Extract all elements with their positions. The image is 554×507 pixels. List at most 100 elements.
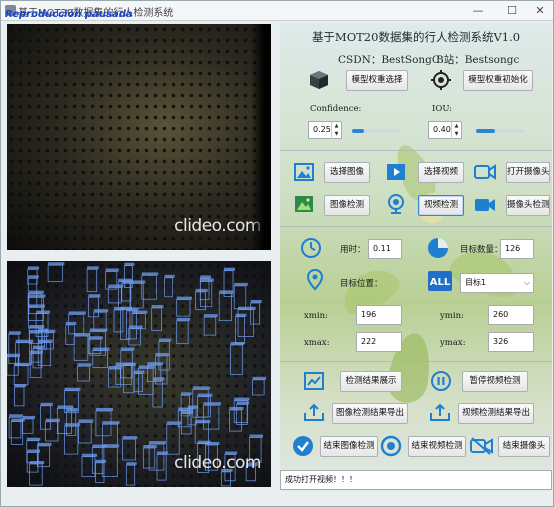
bounding-box <box>194 422 209 444</box>
camera-detect-button[interactable]: 摄像头检测 <box>506 195 550 216</box>
bounding-box-tag <box>15 339 34 343</box>
bounding-box-tag <box>197 440 211 444</box>
bounding-box <box>14 386 25 407</box>
open-camera-button[interactable]: 打开摄像头 <box>506 162 550 183</box>
end-video-detect-button[interactable]: 结束视频检测 <box>408 436 466 457</box>
minimize-button[interactable]: — <box>463 1 493 21</box>
bounding-box-tag <box>65 321 77 325</box>
bounding-box-tag <box>40 402 53 406</box>
bounding-box <box>203 316 217 336</box>
export-image-results-button[interactable]: 图像检测结果导出 <box>332 403 408 424</box>
spin-arrows-icon[interactable]: ▲ ▼ <box>451 122 461 139</box>
camera-outline-icon <box>474 164 496 180</box>
bounding-box-tag <box>7 353 21 357</box>
confidence-slider[interactable] <box>352 129 400 133</box>
bounding-box <box>164 277 174 298</box>
bounding-box <box>125 464 136 486</box>
time-field[interactable]: 0.11 <box>368 239 402 259</box>
bounding-box-tag <box>197 393 213 397</box>
bounding-box-tag <box>133 370 145 374</box>
show-results-button[interactable]: 检测结果展示 <box>340 371 402 392</box>
init-weights-button[interactable]: 模型权重初始化 <box>463 70 533 91</box>
pause-video-button[interactable]: 暂停视频检测 <box>462 371 528 392</box>
bounding-box-tag <box>77 363 92 367</box>
bounding-box-tag <box>29 325 45 328</box>
close-button[interactable]: ✕ <box>525 1 554 21</box>
bounding-box <box>102 423 118 446</box>
bounding-box <box>156 454 167 481</box>
end-image-detect-button[interactable]: 结束图像检测 <box>320 436 378 457</box>
maximize-button[interactable]: ☐ <box>497 1 527 21</box>
confidence-spinbox[interactable]: 0.25 ▲ ▼ <box>308 121 342 139</box>
pause-icon <box>431 371 451 391</box>
bounding-box <box>95 462 105 483</box>
bounding-box-tag <box>157 451 169 455</box>
bounding-box-tag <box>230 342 245 345</box>
bounding-box-tag <box>118 278 132 282</box>
bounding-box-tag <box>64 423 80 427</box>
bounding-box <box>78 422 92 444</box>
bounding-box-tag <box>203 402 221 406</box>
count-field[interactable]: 126 <box>500 239 534 259</box>
xmax-field[interactable]: 222 <box>356 332 402 352</box>
ymin-field[interactable]: 260 <box>488 305 534 325</box>
upload-icon <box>304 403 324 421</box>
bilibili-label: B站：Bestsongc <box>436 54 520 66</box>
bounding-box-tag <box>28 294 46 298</box>
bounding-box-tag <box>22 415 35 419</box>
bounding-box <box>218 293 232 322</box>
bounding-box-tag <box>88 294 101 298</box>
bounding-box-tag <box>204 314 218 318</box>
ymax-field[interactable]: 326 <box>488 332 534 352</box>
watermark: clideo.com <box>174 216 261 236</box>
select-image-button[interactable]: 选择图像 <box>324 162 370 183</box>
playback-overlay-text: Reproducción pausada <box>5 9 133 20</box>
bounding-box-tag <box>200 275 211 279</box>
bounding-box <box>108 368 121 388</box>
bounding-box-tag <box>26 437 41 441</box>
bounding-box <box>93 311 107 332</box>
xmin-field[interactable]: 196 <box>356 305 402 325</box>
bounding-box-tag <box>29 461 45 464</box>
svg-text:ALL: ALL <box>430 277 451 288</box>
bounding-box-tag <box>93 309 109 313</box>
end-camera-button[interactable]: 结束摄像头 <box>498 436 550 457</box>
image-detect-button[interactable]: 图像检测 <box>324 195 370 216</box>
bounding-box-tag <box>95 408 113 411</box>
bounding-box-tag <box>27 449 40 453</box>
bounding-box <box>181 413 192 435</box>
iou-value: 0.40 <box>433 125 451 134</box>
bounding-box-tag <box>176 317 191 321</box>
original-video-view: clideo.com <box>7 24 271 250</box>
bounding-box <box>250 302 261 325</box>
ymin-label: ymin: <box>440 311 464 321</box>
iou-slider[interactable] <box>476 129 524 133</box>
video-detect-button[interactable]: 视频检测 <box>418 195 464 216</box>
bounding-box-tag <box>28 290 44 294</box>
select-weights-button[interactable]: 模型权重选择 <box>346 70 408 91</box>
bounding-box <box>176 320 189 345</box>
bounding-box <box>128 328 141 346</box>
bounding-box-tag <box>89 328 108 332</box>
spin-arrows-icon[interactable]: ▲ ▼ <box>331 122 341 139</box>
bounding-box-tag <box>126 462 137 466</box>
select-video-button[interactable]: 选择视频 <box>418 162 464 183</box>
bounding-box-tag <box>37 442 52 446</box>
bounding-box-tag <box>224 267 235 271</box>
iou-spinbox[interactable]: 0.40 ▲ ▼ <box>428 121 462 139</box>
bounding-box-tag <box>108 284 124 288</box>
bounding-box <box>220 471 231 487</box>
bounding-box-tag <box>143 445 157 448</box>
bounding-box-tag <box>14 362 30 366</box>
watermark: clideo.com <box>174 453 261 473</box>
target-select[interactable]: 目标1 ⌵ <box>460 273 534 293</box>
app-window: 基于MOT20数据集的行人检测系统 Reproducción pausada —… <box>0 0 554 507</box>
xmax-label: xmax: <box>304 338 330 348</box>
bounding-box <box>29 463 43 486</box>
bounding-box-tag <box>64 387 81 391</box>
bounding-box-tag <box>158 338 172 342</box>
bounding-box-tag <box>164 274 175 278</box>
confidence-label: Confidence: <box>310 104 362 114</box>
iou-label: IOU: <box>432 104 453 114</box>
export-video-results-button[interactable]: 视频检测结果导出 <box>458 403 534 424</box>
